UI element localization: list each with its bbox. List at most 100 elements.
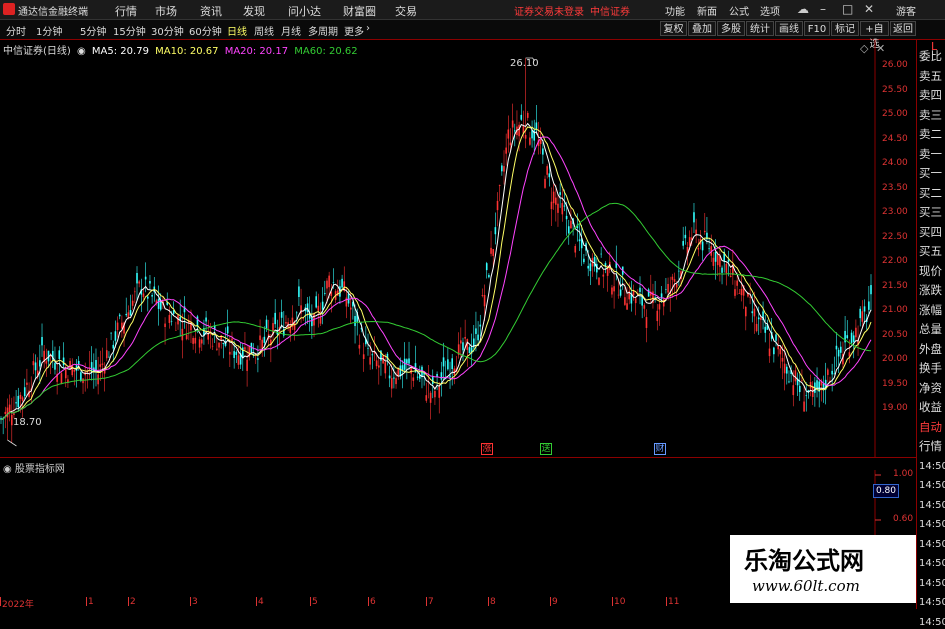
candle-body [695,229,697,235]
candle-body [749,297,751,298]
panel-item[interactable]: 14:50 [919,616,945,629]
overlay-button[interactable]: 叠加 [688,21,716,36]
candle-body [611,287,613,295]
candle-body [144,276,147,280]
f10-button[interactable]: F10 [804,21,830,36]
period-monthly[interactable]: 月线 [281,23,301,38]
candle-body [855,327,857,338]
menu-options[interactable]: 选项 [760,3,780,18]
panel-item[interactable]: 14:50 [919,538,945,551]
candle-body [146,296,149,299]
candle-body [185,334,188,340]
y-tick-label: 21.50 [882,280,908,291]
panel-item[interactable]: 14:50 [919,557,945,570]
minimize-icon[interactable]: – [820,2,826,16]
draw-line-button[interactable]: 画线 [775,21,803,36]
menu-ask-xiaoda[interactable]: 问小达 [288,3,321,19]
candle-body [4,411,7,414]
panel-item[interactable]: 委比 [919,50,942,63]
menu-wealth-circle[interactable]: 财富圈 [343,3,376,19]
statistics-button[interactable]: 统计 [746,21,774,36]
panel-item[interactable]: 买四 [919,225,942,239]
panel-item[interactable]: 卖五 [919,69,942,83]
candle-body [716,254,719,266]
candle-body [442,357,445,367]
panel-item[interactable]: 买一 [919,167,942,180]
panel-item[interactable]: 14:50 [919,499,945,512]
dividend-marker[interactable]: 送 [540,443,552,455]
panel-item[interactable]: 14:50 [919,596,945,609]
candle-body [492,249,495,256]
candle-body [583,258,585,263]
candle-body [447,359,449,370]
panel-item[interactable]: 14:50 [919,479,945,492]
period-15min[interactable]: 15分钟 [113,23,146,38]
period-weekly[interactable]: 周线 [254,23,274,38]
panel-item[interactable]: 外盘 [919,342,942,356]
panel-item[interactable]: 买二 [919,186,942,200]
panel-item[interactable]: 14:50 [919,577,945,590]
menu-new-page[interactable]: 新面 [697,3,717,18]
period-30min[interactable]: 30分钟 [151,23,184,38]
menu-discover[interactable]: 发现 [243,3,265,19]
candle-body [226,326,229,334]
limit-up-marker[interactable]: 涨 [481,443,493,455]
menu-trade[interactable]: 交易 [395,3,417,19]
candle-body [116,322,119,331]
close-icon[interactable]: ✕ [864,2,874,16]
finance-marker[interactable]: 财 [654,443,666,455]
candle-body [194,337,197,344]
multi-stock-button[interactable]: 多股 [717,21,745,36]
login-notice[interactable]: 证券交易未登录 [514,3,584,18]
period-5min[interactable]: 5分钟 [80,23,106,38]
candle-body [6,407,9,418]
panel-item[interactable]: 涨幅 [919,303,942,317]
panel-item[interactable]: 自动 [919,420,942,434]
panel-item[interactable]: 买三 [919,206,942,219]
period-1min[interactable]: 1分钟 [36,23,62,38]
candle-body [507,129,510,139]
panel-item[interactable]: 现价 [919,264,942,278]
panel-item[interactable]: 涨跌 [919,284,942,297]
period-more[interactable]: 更多 [344,23,364,38]
panel-item[interactable]: 卖二 [919,128,942,141]
panel-item[interactable]: 收益 [919,401,942,414]
panel-item[interactable]: 卖四 [919,89,942,102]
menu-formula[interactable]: 公式 [729,3,749,18]
panel-item[interactable]: 卖一 [919,147,942,161]
panel-item[interactable]: 卖三 [919,108,942,122]
menu-quotes[interactable]: 行情 [115,3,137,19]
panel-item[interactable]: 换手 [919,362,942,375]
period-tick[interactable]: 分时 [6,23,26,38]
candle-body [626,303,628,310]
period-60min[interactable]: 60分钟 [189,23,222,38]
more-chevron-icon[interactable]: › [366,23,370,34]
candle-body [555,197,557,205]
candle-body [371,354,374,356]
candle-body [721,267,723,273]
candle-body [125,313,128,316]
candle-body [740,288,743,296]
cloud-icon[interactable]: ☁ [797,2,809,16]
adjust-button[interactable]: 复权 [660,21,687,36]
period-daily[interactable]: 日线 [227,23,247,38]
panel-item[interactable]: 总量 [919,323,942,336]
add-watchlist-button[interactable]: +自选 [860,21,889,50]
candle-body [175,330,177,331]
panel-item[interactable]: 行情 [919,440,942,453]
menu-market[interactable]: 市场 [155,3,177,19]
candle-body [462,342,464,351]
back-button[interactable]: 返回 [890,21,916,36]
mark-button[interactable]: 标记 [831,21,859,36]
candlestick-chart[interactable] [0,40,916,458]
panel-item[interactable]: 14:50 [919,460,945,473]
panel-item[interactable]: 14:50 [919,518,945,531]
period-multi[interactable]: 多周期 [308,23,338,38]
candle-body [788,381,790,383]
panel-item[interactable]: 净资 [919,381,942,395]
maximize-icon[interactable]: □ [842,2,853,16]
panel-item[interactable]: 买五 [919,245,942,258]
menu-function[interactable]: 功能 [665,3,685,18]
guest-label[interactable]: 游客 [896,3,916,18]
menu-news[interactable]: 资讯 [200,3,222,19]
